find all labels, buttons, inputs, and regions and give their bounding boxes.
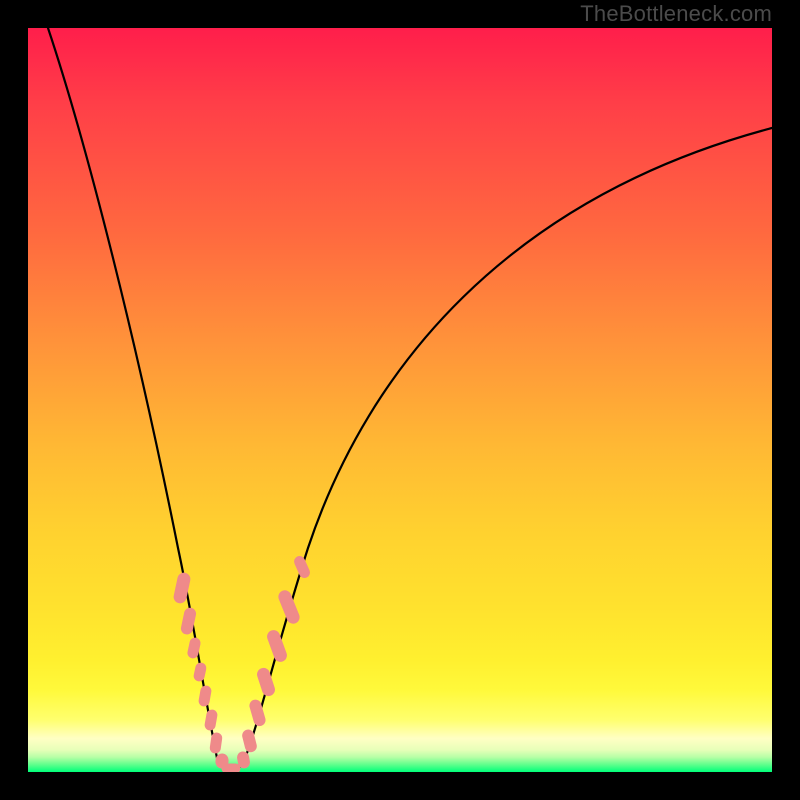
watermark-text: TheBottleneck.com: [580, 0, 772, 28]
chart-frame: TheBottleneck.com: [0, 0, 800, 800]
curve-markers: [173, 555, 311, 772]
bottleneck-curve-svg: [28, 28, 772, 772]
plot-area: [28, 28, 772, 772]
bottleneck-curve-path: [48, 28, 772, 770]
